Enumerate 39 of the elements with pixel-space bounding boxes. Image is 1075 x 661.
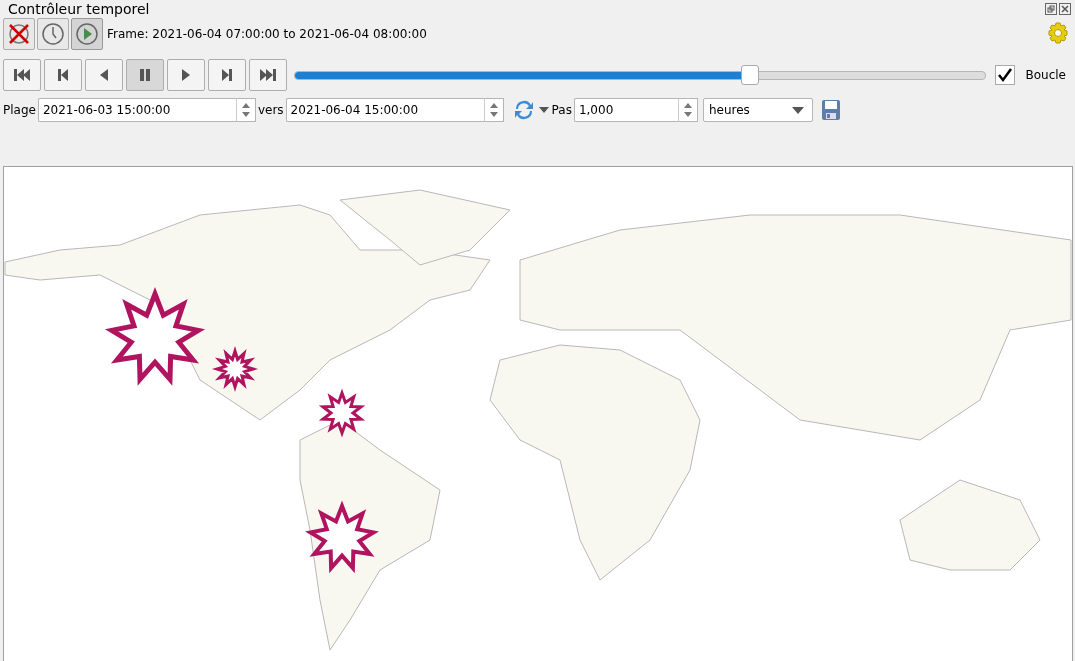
spin-arrows-icon[interactable] [235, 98, 256, 122]
crossed-clock-icon [7, 21, 31, 46]
clock-icon [41, 21, 65, 46]
transport-button[interactable] [167, 59, 205, 91]
transport-button[interactable] [3, 59, 41, 91]
slider-handle[interactable] [741, 65, 760, 85]
star-marker-icon [211, 345, 259, 393]
spin-arrows-icon[interactable] [677, 98, 698, 122]
mode-button[interactable] [71, 17, 103, 50]
end-datetime-field[interactable]: 2021-06-04 15:00:00 [285, 98, 484, 122]
to-label: vers [257, 103, 284, 117]
play-circle-icon [75, 21, 99, 46]
mode-button[interactable] [37, 17, 69, 50]
dropdown-arrow-icon[interactable] [537, 106, 550, 114]
step-label: Pas [551, 103, 572, 117]
transport-button[interactable] [44, 59, 82, 91]
panel-title: Contrôleur temporel [8, 0, 151, 17]
time-slider[interactable] [294, 65, 986, 85]
transport-button[interactable] [249, 59, 287, 91]
gear-icon[interactable] [1047, 22, 1069, 44]
unit-dropdown[interactable]: heures [702, 98, 813, 122]
spin-arrows-icon[interactable] [483, 98, 504, 122]
start-datetime-field[interactable]: 2021-06-03 15:00:00 [37, 98, 236, 122]
star-marker-icon [104, 287, 206, 386]
transport-button[interactable] [85, 59, 123, 91]
loop-checkbox[interactable] [994, 65, 1015, 85]
transport-button[interactable] [126, 59, 164, 91]
star-marker-icon [318, 388, 366, 438]
caret-icon [791, 106, 804, 114]
float-icon[interactable] [1045, 2, 1057, 15]
close-icon[interactable] [1059, 2, 1071, 15]
step-field[interactable]: 1,000 [573, 98, 678, 122]
loop-label: Boucle [1025, 68, 1066, 82]
frame-label: Frame: 2021-06-04 07:00:00 to 2021-06-04 08:00:00 [107, 26, 427, 41]
mode-button[interactable] [3, 17, 35, 50]
transport-button[interactable] [208, 59, 246, 91]
star-marker-icon [305, 500, 379, 574]
save-icon[interactable] [820, 99, 841, 121]
range-label: Plage [3, 103, 36, 117]
